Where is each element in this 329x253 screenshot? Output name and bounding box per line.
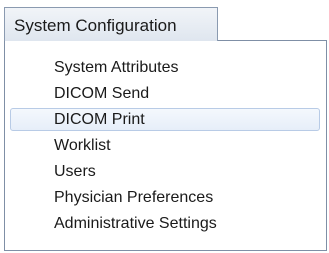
menu-item-dicom-send[interactable]: DICOM Send [10,82,320,105]
menu-item-worklist[interactable]: Worklist [10,134,320,157]
system-configuration-label: System Configuration [14,16,177,35]
menu-item-physician-preferences[interactable]: Physician Preferences [10,186,320,209]
menu-item-label: Users [54,163,96,180]
menu-item-dicom-print[interactable]: DICOM Print [10,108,320,131]
menu-item-label: System Attributes [54,59,179,76]
menu-item-label: Administrative Settings [54,215,217,232]
menu-item-label: DICOM Print [54,111,145,128]
menu-item-label: DICOM Send [54,85,150,102]
menu-item-label: Worklist [54,137,111,154]
menu-item-administrative-settings[interactable]: Administrative Settings [10,212,320,235]
menu-item-users[interactable]: Users [10,160,320,183]
system-configuration-menu-button[interactable]: System Configuration [4,7,218,41]
menu-item-label: Physician Preferences [54,189,214,206]
menu-item-system-attributes[interactable]: System Attributes [10,56,320,79]
system-configuration-dropdown: System Attributes DICOM Send DICOM Print… [4,40,327,251]
page: System Configuration System Attributes D… [0,0,329,253]
clipped-heading-fragment [14,0,329,3]
